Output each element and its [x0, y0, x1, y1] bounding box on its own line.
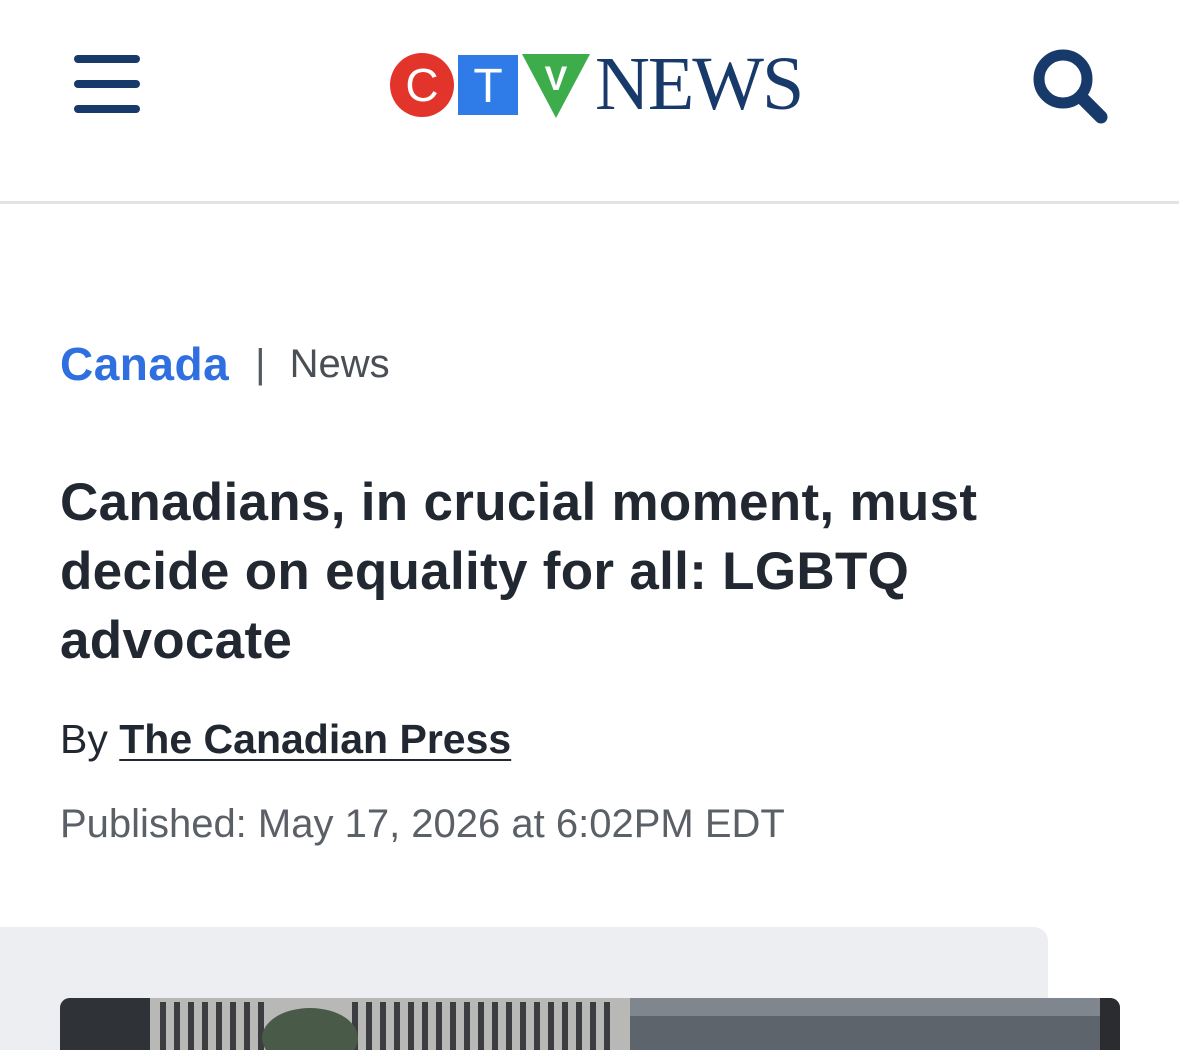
byline-prefix: By: [60, 716, 108, 762]
search-icon[interactable]: [1030, 45, 1110, 125]
menu-bar-middle: [74, 80, 140, 88]
published-timestamp: Published: May 17, 2026 at 6:02PM EDT: [60, 802, 785, 846]
menu-bar-bottom: [74, 105, 140, 113]
ctv-news-logo[interactable]: C T V NEWS: [390, 44, 804, 124]
logo-letter-v: V: [545, 60, 568, 98]
breadcrumb-separator: |: [255, 341, 266, 386]
article-headline: Canadians, in crucial moment, must decid…: [60, 473, 978, 670]
logo-letter-c: C: [405, 59, 438, 111]
ctv-logo-mark: C T V: [390, 53, 590, 118]
menu-bar-top: [74, 55, 140, 63]
search-icon-graphic: [1033, 49, 1108, 124]
article-byline: By The Canadian Press: [60, 714, 511, 764]
lead-image-photo: [60, 998, 1120, 1050]
byline-author-link[interactable]: The Canadian Press: [119, 716, 511, 762]
logo-letter-t: T: [473, 60, 502, 113]
site-header: C T V NEWS: [0, 0, 1179, 204]
breadcrumb-section-link[interactable]: Canada: [60, 337, 229, 391]
article-lead-image[interactable]: [60, 998, 1120, 1050]
breadcrumb: Canada | News: [60, 334, 390, 394]
logo-wordmark: NEWS: [595, 42, 804, 126]
hamburger-menu-icon[interactable]: [74, 55, 140, 113]
breadcrumb-content-type: News: [289, 341, 390, 386]
